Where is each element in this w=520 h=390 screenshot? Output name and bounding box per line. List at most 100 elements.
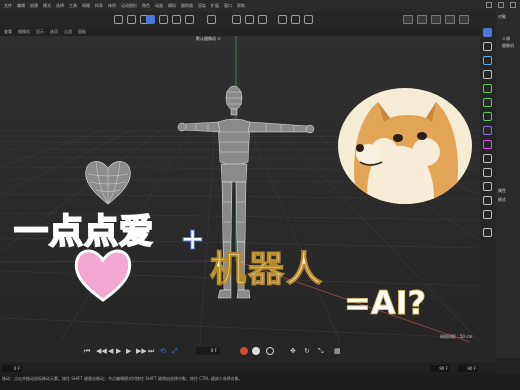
menu-bar: 文件 编辑 创建 模式 选择 工具 网格 样条 体积 运动图形 角色 动画 模拟 跟踪器 渲染 扩展 窗口 帮助 <box>0 0 520 12</box>
attributes-tab[interactable]: 属性 <box>498 188 506 194</box>
cube-icon[interactable] <box>304 15 313 24</box>
menu-item[interactable]: 窗口 <box>224 3 232 9</box>
end-frame-field[interactable]: 90 F <box>430 365 450 372</box>
menu-item[interactable]: 扩展 <box>211 3 219 9</box>
max-frame-field[interactable]: 90 F <box>458 365 478 372</box>
axis-z-icon[interactable] <box>207 15 216 24</box>
render-view-icon[interactable] <box>258 15 267 24</box>
viewport-menu-item[interactable]: 过滤 <box>64 29 72 35</box>
goto-end-icon[interactable]: ⏭ <box>148 347 154 356</box>
next-key-icon[interactable]: ▶▶ <box>136 347 147 356</box>
pink-heart-icon <box>74 249 132 302</box>
overlay-text-ai: =AI? <box>343 284 427 323</box>
camera-label[interactable]: 默认摄像机 ⊙ <box>196 36 221 42</box>
viewport-menu-item[interactable]: 面板 <box>78 29 86 35</box>
move-tool-icon[interactable] <box>127 15 136 24</box>
goto-start-icon[interactable]: ⏮ <box>84 347 90 356</box>
speed-icon[interactable]: ⤢ <box>172 347 178 356</box>
menu-item[interactable]: 选择 <box>56 3 64 9</box>
menu-item[interactable]: 运动图形 <box>121 3 137 9</box>
move-key-icon[interactable]: ✥ <box>290 347 296 356</box>
window-controls <box>486 2 516 8</box>
snap-icon[interactable] <box>232 15 241 24</box>
menu-item[interactable]: 编辑 <box>17 3 25 9</box>
keyframe-icon[interactable] <box>266 347 274 355</box>
axis-y-icon[interactable] <box>185 15 194 24</box>
field-icon[interactable] <box>483 140 492 149</box>
menu-item[interactable]: 样条 <box>95 3 103 9</box>
cloner-icon[interactable] <box>483 98 492 107</box>
menu-item[interactable]: 网格 <box>82 3 90 9</box>
camera-icon[interactable] <box>483 182 492 191</box>
menu-item[interactable]: 模式 <box>43 3 51 9</box>
material-icon[interactable] <box>483 210 492 219</box>
menu-item[interactable]: 跟踪器 <box>181 3 193 9</box>
scale-key-icon[interactable]: ⤡ <box>318 347 324 356</box>
autokey-icon[interactable] <box>252 347 260 355</box>
menu-item[interactable]: 动画 <box>155 3 163 9</box>
text-tool-icon[interactable] <box>483 70 492 79</box>
menu-item[interactable]: 工具 <box>69 3 77 9</box>
select-tool-icon[interactable] <box>159 15 168 24</box>
3d-viewport[interactable]: 一点点爱 + 机器人 =AI? <box>0 36 480 342</box>
cinema4d-window: 文件 编辑 创建 模式 选择 工具 网格 样条 体积 运动图形 角色 动画 模拟 跟踪器 渲染 扩展 窗口 帮助 … <box>0 0 520 390</box>
mode-label[interactable]: 模式 <box>498 197 506 203</box>
minimize-icon[interactable] <box>486 2 492 8</box>
menu-item[interactable]: 帮助 <box>237 3 245 9</box>
panel-icon-5[interactable] <box>459 15 469 24</box>
viewport-menu-item[interactable]: 查看 <box>4 29 12 35</box>
light-icon[interactable] <box>483 168 492 177</box>
panel-icon-3[interactable] <box>431 15 441 24</box>
heart-mesh-model[interactable] <box>82 156 134 206</box>
viewport-menu-item[interactable]: 选项 <box>50 29 58 35</box>
current-frame-field[interactable]: 0 F <box>196 347 220 355</box>
prev-frame-icon[interactable]: ◀ <box>108 347 113 356</box>
render-icon[interactable] <box>278 15 287 24</box>
menu-item[interactable]: 文件 <box>4 3 12 9</box>
rotate-key-icon[interactable]: ↻ <box>304 347 310 356</box>
scene-icon[interactable] <box>483 154 492 163</box>
effector-icon[interactable] <box>483 112 492 121</box>
render-settings-icon[interactable] <box>291 15 300 24</box>
pen-tool-icon[interactable] <box>483 228 492 237</box>
panel-icon-4[interactable] <box>445 15 455 24</box>
workplane-icon[interactable] <box>245 15 254 24</box>
cube-primitive-icon[interactable] <box>483 42 492 51</box>
record-icon[interactable] <box>240 347 248 355</box>
model-mode-icon[interactable] <box>483 28 492 37</box>
menu-item[interactable]: 体积 <box>108 3 116 9</box>
overlay-text-robot: 机器人 <box>209 249 325 291</box>
mograph-icon[interactable] <box>483 84 492 93</box>
next-frame-icon[interactable]: ▶ <box>126 347 131 356</box>
overlay-text-love: 一点点爱 <box>13 211 154 253</box>
deformer-icon[interactable] <box>483 126 492 135</box>
maximize-icon[interactable] <box>498 2 504 8</box>
object-item-1[interactable]: 摄像机 <box>502 43 514 49</box>
prev-key-icon[interactable]: ◀◀ <box>96 347 107 356</box>
menu-item[interactable]: 创建 <box>30 3 38 9</box>
scale-tool-icon[interactable] <box>146 15 155 24</box>
frame-range-bar: 0 F 90 F 90 F <box>0 362 496 374</box>
loop-icon[interactable]: ⟲ <box>160 347 166 356</box>
menu-item[interactable]: 渲染 <box>198 3 206 9</box>
viewport-menu-item[interactable]: 摄像机 <box>18 29 30 35</box>
overlay-plus: + <box>179 222 206 258</box>
status-bar: 移动：点击并拖动鼠标移动元素。按住 SHIFT 键量化移动；节点编辑模式时按住 … <box>0 374 520 390</box>
menu-item[interactable]: 模拟 <box>168 3 176 9</box>
tag-icon[interactable] <box>483 196 492 205</box>
panel-icon-1[interactable] <box>403 15 413 24</box>
timeline-controls: ⏮ ◀◀ ◀ ▶ ▶ ▶▶ ⏭ ⟲ ⤢ 0 F ✥ ↻ ⤡ ▦ <box>0 342 496 362</box>
start-frame-field[interactable]: 0 F <box>2 365 22 372</box>
panel-icon-2[interactable] <box>417 15 427 24</box>
objects-tab[interactable]: 对象 <box>498 14 506 20</box>
undo-icon[interactable] <box>114 15 123 24</box>
sphere-primitive-icon[interactable] <box>483 56 492 65</box>
viewport-menu-item[interactable]: 显示 <box>36 29 44 35</box>
play-icon[interactable]: ▶ <box>116 347 121 356</box>
menu-item[interactable]: 角色 <box>142 3 150 9</box>
status-text: 移动：点击并拖动鼠标移动元素。按住 SHIFT 键量化移动；节点编辑模式时按住 … <box>2 376 243 381</box>
param-key-icon[interactable]: ▦ <box>334 347 341 356</box>
object-item-0[interactable]: 人偶 <box>502 36 510 42</box>
axis-x-icon[interactable] <box>172 15 181 24</box>
close-icon[interactable] <box>510 2 516 8</box>
